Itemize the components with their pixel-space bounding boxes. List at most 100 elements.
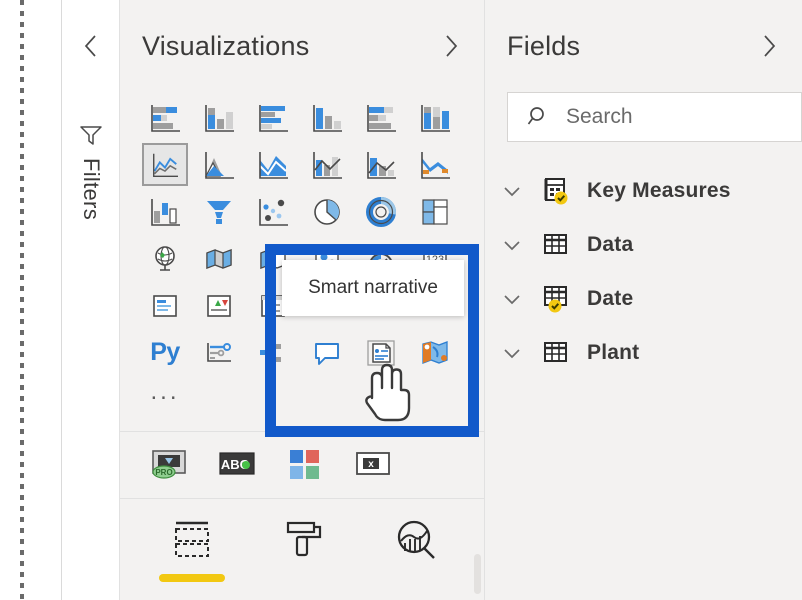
custom-visuals-row: PRO ABC x	[120, 432, 484, 498]
ribbon-chart-icon	[421, 151, 450, 179]
viz-icon-line-chart[interactable]	[142, 143, 188, 186]
stacked-area-chart-icon	[259, 151, 288, 179]
smart-narrative-icon	[367, 339, 395, 366]
viz-icon-kpi-visual[interactable]	[196, 284, 242, 327]
hundred-percent-stacked-column-chart-icon	[421, 104, 450, 132]
table-icon	[539, 336, 573, 370]
field-table-label: Data	[587, 233, 634, 256]
viz-icon-stacked-bar-chart[interactable]	[142, 96, 188, 139]
fields-title: Fields	[507, 30, 581, 61]
hundred-percent-stacked-bar-chart-icon	[367, 104, 396, 132]
custom-visual-abc-text[interactable]: ABC	[214, 444, 260, 484]
magnifier-chart-icon	[397, 520, 435, 559]
tab-fields-active-underline	[159, 574, 225, 582]
visualizations-expand-button[interactable]	[436, 31, 466, 61]
fields-search-box[interactable]: Search	[507, 92, 802, 142]
power-bi-panes: Filters Visualizations Py ... PRO ABC x …	[0, 0, 802, 600]
viz-icon-stacked-area-chart[interactable]	[250, 143, 296, 186]
viz-icon-clustered-column-chart[interactable]	[304, 96, 350, 139]
chevron-left-icon	[84, 35, 96, 57]
scatter-chart-icon	[259, 198, 288, 226]
chevron-right-icon	[446, 35, 458, 57]
chevron-down-icon[interactable]	[499, 346, 525, 360]
clustered-bar-chart-icon	[259, 104, 288, 132]
chevron-down-icon[interactable]	[499, 238, 525, 252]
field-table-plant[interactable]: Plant	[485, 326, 802, 380]
funnel-chart-icon	[207, 200, 231, 224]
field-table-label: Plant	[587, 341, 640, 364]
multi-row-card-icon	[153, 294, 177, 317]
viz-icon-smart-narrative[interactable]	[358, 331, 404, 374]
tooltip-text: Smart narrative	[308, 277, 438, 298]
filters-pane-collapsed[interactable]: Filters	[62, 0, 120, 600]
viz-icon-area-chart[interactable]	[196, 143, 242, 186]
python-visual-label: Py	[150, 338, 180, 366]
tab-analytics[interactable]	[380, 517, 452, 582]
viz-icon-decomposition-tree[interactable]	[250, 331, 296, 374]
viz-icon-funnel-chart[interactable]	[196, 190, 242, 233]
funnel-icon	[62, 118, 120, 152]
viz-icon-hundred-percent-stacked-column-chart[interactable]	[412, 96, 458, 139]
waterfall-chart-icon	[151, 198, 180, 226]
decomposition-tree-icon	[260, 343, 281, 362]
filters-label-text: Filters	[79, 158, 104, 220]
viz-icon-waterfall-chart[interactable]	[142, 190, 188, 233]
fields-header: Fields	[485, 0, 802, 92]
color-tiles-custom-visual-icon	[290, 450, 319, 479]
viz-icon-map-globe[interactable]	[142, 237, 188, 280]
viz-icon-python-visual[interactable]: Py	[142, 331, 188, 374]
viz-icon-multi-row-card[interactable]	[142, 284, 188, 327]
svg-text:PRO: PRO	[155, 468, 172, 477]
line-chart-icon	[153, 153, 178, 177]
table-icon	[539, 228, 573, 262]
viz-icon-arcgis-map[interactable]	[412, 331, 458, 374]
viz-icon-scatter-chart[interactable]	[250, 190, 296, 233]
viz-icon-filled-map[interactable]	[196, 237, 242, 280]
report-canvas-edge	[0, 0, 62, 600]
viz-icon-stacked-column-chart[interactable]	[196, 96, 242, 139]
viz-icon-clustered-bar-chart[interactable]	[250, 96, 296, 139]
field-table-label: Date	[587, 287, 634, 310]
field-table-data[interactable]: Data	[485, 218, 802, 272]
custom-visual-color-tiles[interactable]	[282, 444, 328, 484]
measure-table-icon	[539, 174, 573, 208]
donut-chart-icon	[366, 196, 396, 227]
viz-icon-qna-visual[interactable]	[304, 331, 350, 374]
fields-expand-button[interactable]	[754, 31, 784, 61]
clustered-column-chart-icon	[313, 104, 342, 132]
viz-icon-treemap-chart[interactable]	[412, 190, 458, 233]
stacked-bar-chart-icon	[151, 104, 180, 132]
viz-icon-line-and-stacked-column-chart[interactable]	[304, 143, 350, 186]
fields-pane: Fields Search Key Measures Data Date Pla…	[485, 0, 802, 600]
visualization-property-tabs	[120, 499, 484, 582]
image-custom-visual-icon: x	[356, 452, 390, 475]
filled-map-icon	[206, 248, 232, 269]
tab-format[interactable]	[268, 517, 340, 582]
filters-collapse-button[interactable]	[62, 26, 120, 66]
map-globe-icon	[155, 245, 175, 271]
visualizations-scrollbar[interactable]	[474, 554, 481, 594]
canvas-selection-dotted-line	[20, 0, 24, 600]
visualizations-title: Visualizations	[142, 30, 310, 61]
viz-icon-ribbon-chart[interactable]	[412, 143, 458, 186]
paint-roller-icon	[286, 521, 322, 557]
chevron-down-icon[interactable]	[499, 184, 525, 198]
tab-fields[interactable]	[156, 517, 228, 582]
table-icon	[539, 282, 573, 316]
visualizations-header: Visualizations	[120, 0, 484, 92]
custom-visual-pro[interactable]: PRO	[146, 444, 192, 484]
viz-icon-key-influencers[interactable]	[196, 331, 242, 374]
viz-icon-hundred-percent-stacked-bar-chart[interactable]	[358, 96, 404, 139]
custom-visual-image[interactable]: x	[350, 444, 396, 484]
field-table-date[interactable]: Date	[485, 272, 802, 326]
search-icon	[527, 107, 544, 125]
line-and-clustered-column-chart-icon	[367, 151, 396, 179]
viz-icon-line-and-clustered-column-chart[interactable]	[358, 143, 404, 186]
viz-icon-pie-chart[interactable]	[304, 190, 350, 233]
viz-more-options-button[interactable]: ...	[142, 378, 188, 421]
viz-icon-donut-chart[interactable]	[358, 190, 404, 233]
stacked-column-chart-icon	[205, 104, 234, 132]
field-table-key-measures[interactable]: Key Measures	[485, 164, 802, 218]
filters-pane-label: Filters	[62, 158, 120, 220]
chevron-down-icon[interactable]	[499, 292, 525, 306]
